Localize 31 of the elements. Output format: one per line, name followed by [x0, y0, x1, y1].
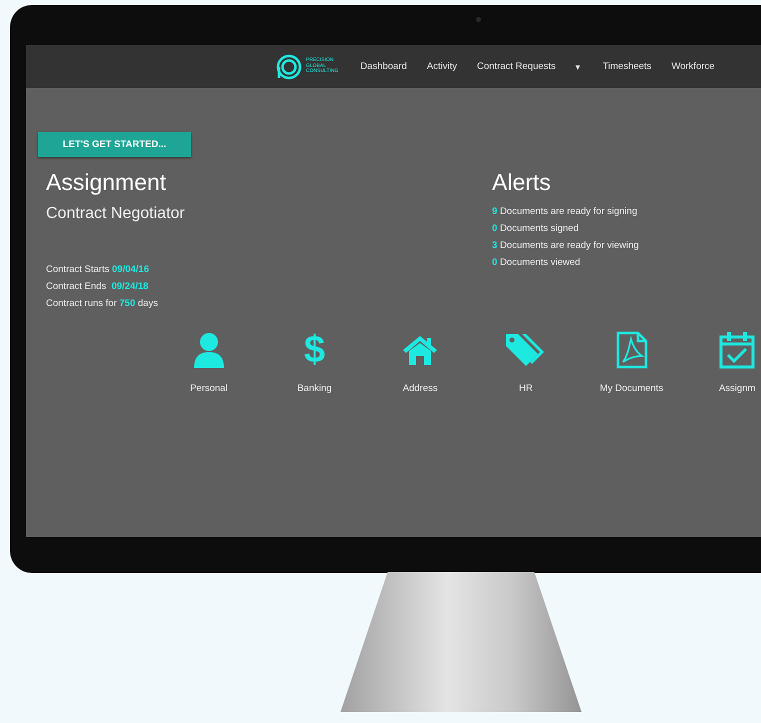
house-icon: [403, 335, 438, 365]
role-title: Contract Negotiator: [46, 205, 186, 223]
pdf-document-icon: [616, 331, 648, 369]
nav-link[interactable]: Dashboard: [360, 61, 407, 72]
section-heading: Assignment: [46, 169, 168, 196]
dollar-icon: $: [304, 331, 326, 369]
nav-link[interactable]: Timesheets: [602, 61, 652, 72]
tile-label[interactable]: My Documents: [600, 383, 664, 394]
tile-label[interactable]: Banking: [297, 383, 332, 394]
tile-label[interactable]: HR: [518, 383, 533, 394]
dropdown-caret[interactable]: ▾: [576, 62, 581, 72]
alert-line: 3 Documents are ready for viewing: [492, 239, 639, 253]
get-started-button[interactable]: LET'S GET STARTED...: [38, 132, 191, 157]
alert-line: 9 Documents are ready for signing: [492, 205, 638, 219]
section-heading: Alerts: [492, 169, 552, 196]
person-icon: [192, 332, 226, 368]
tile-label[interactable]: Personal: [190, 383, 228, 394]
nav-link[interactable]: Workforce: [671, 61, 715, 72]
contract-detail: Contract Ends 09/24/18: [46, 280, 150, 294]
contract-detail: Contract runs for 750 days: [46, 297, 159, 311]
nav-link[interactable]: Activity: [426, 61, 457, 72]
camera-dot: [476, 17, 481, 22]
alert-line: 0 Documents signed: [492, 222, 580, 236]
tile-label[interactable]: Address: [402, 383, 438, 394]
contract-detail: Contract Starts 09/04/16: [46, 263, 150, 277]
nav-link[interactable]: Contract Requests: [477, 61, 556, 72]
alert-line: 0 Documents viewed: [492, 256, 582, 270]
tile-label[interactable]: Assignm: [718, 383, 756, 394]
tag-icon: [506, 332, 546, 368]
calendar-check-icon: [719, 331, 756, 369]
logo-icon: [276, 54, 302, 80]
